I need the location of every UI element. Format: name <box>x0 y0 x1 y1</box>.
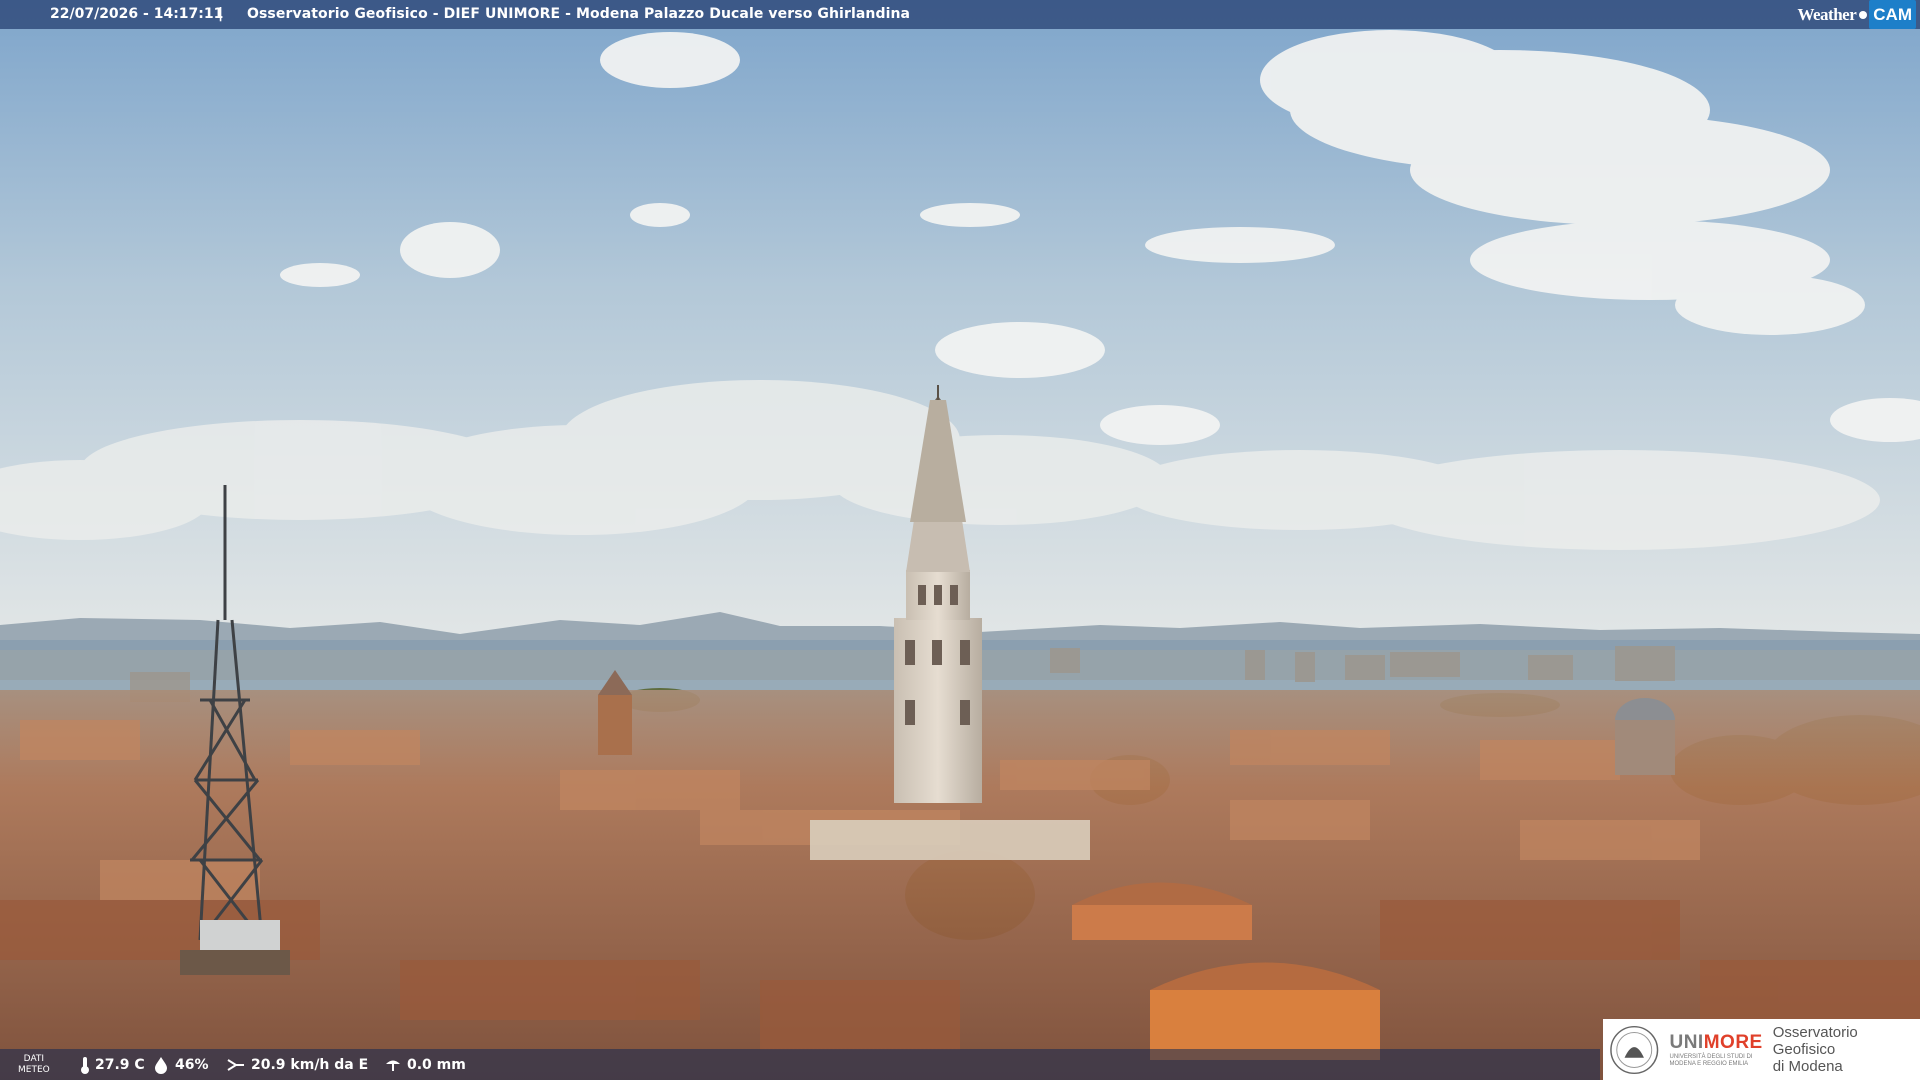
university-seal-icon <box>1610 1025 1659 1074</box>
dati-meteo-label: DATI METEO <box>18 1054 50 1075</box>
brand-cam-label: CAM <box>1869 0 1916 29</box>
weather-data-bar: DATI METEO 27.9 C 46% 20.9 km/h da E 0.0… <box>0 1049 1600 1080</box>
observatory-name: Osservatorio Geofisico di Modena <box>1772 1024 1858 1075</box>
rain-gauge-icon <box>386 1060 400 1071</box>
brand-weather-label: Weather <box>1797 5 1857 24</box>
temperature-reading: 27.9 C <box>80 1049 145 1080</box>
camera-title: Osservatorio Geofisico - DIEF UNIMORE - … <box>247 6 911 22</box>
weathercam-logo: Weather CAM <box>1797 0 1916 29</box>
temperature-value: 27.9 C <box>95 1056 145 1073</box>
wind-icon <box>227 1058 244 1071</box>
rain-value: 0.0 mm <box>407 1056 466 1073</box>
humidity-value: 46% <box>175 1056 209 1073</box>
rain-reading: 0.0 mm <box>384 1049 466 1080</box>
thermometer-icon <box>81 1056 89 1074</box>
unimore-logo-box: UNIMORE UNIVERSITÀ DEGLI STUDI DI MODENA… <box>1603 1019 1920 1080</box>
webcam-frame: 22/07/2026 - 14:17:11 | Osservatorio Geo… <box>0 0 1920 1080</box>
header-bar: 22/07/2026 - 14:17:11 | Osservatorio Geo… <box>0 0 1920 29</box>
timestamp: 22/07/2026 - 14:17:11 <box>50 6 224 22</box>
wind-reading: 20.9 km/h da E <box>226 1049 368 1080</box>
unimore-wordmark: UNIMORE UNIVERSITÀ DEGLI STUDI DI MODENA… <box>1669 1031 1763 1067</box>
humidity-reading: 46% <box>152 1049 209 1080</box>
header-separator: | <box>218 6 224 22</box>
brand-dot-icon <box>1859 10 1868 19</box>
humidity-drop-icon <box>155 1056 167 1074</box>
wind-value: 20.9 km/h da E <box>251 1056 369 1073</box>
webcam-image <box>0 0 1920 1080</box>
